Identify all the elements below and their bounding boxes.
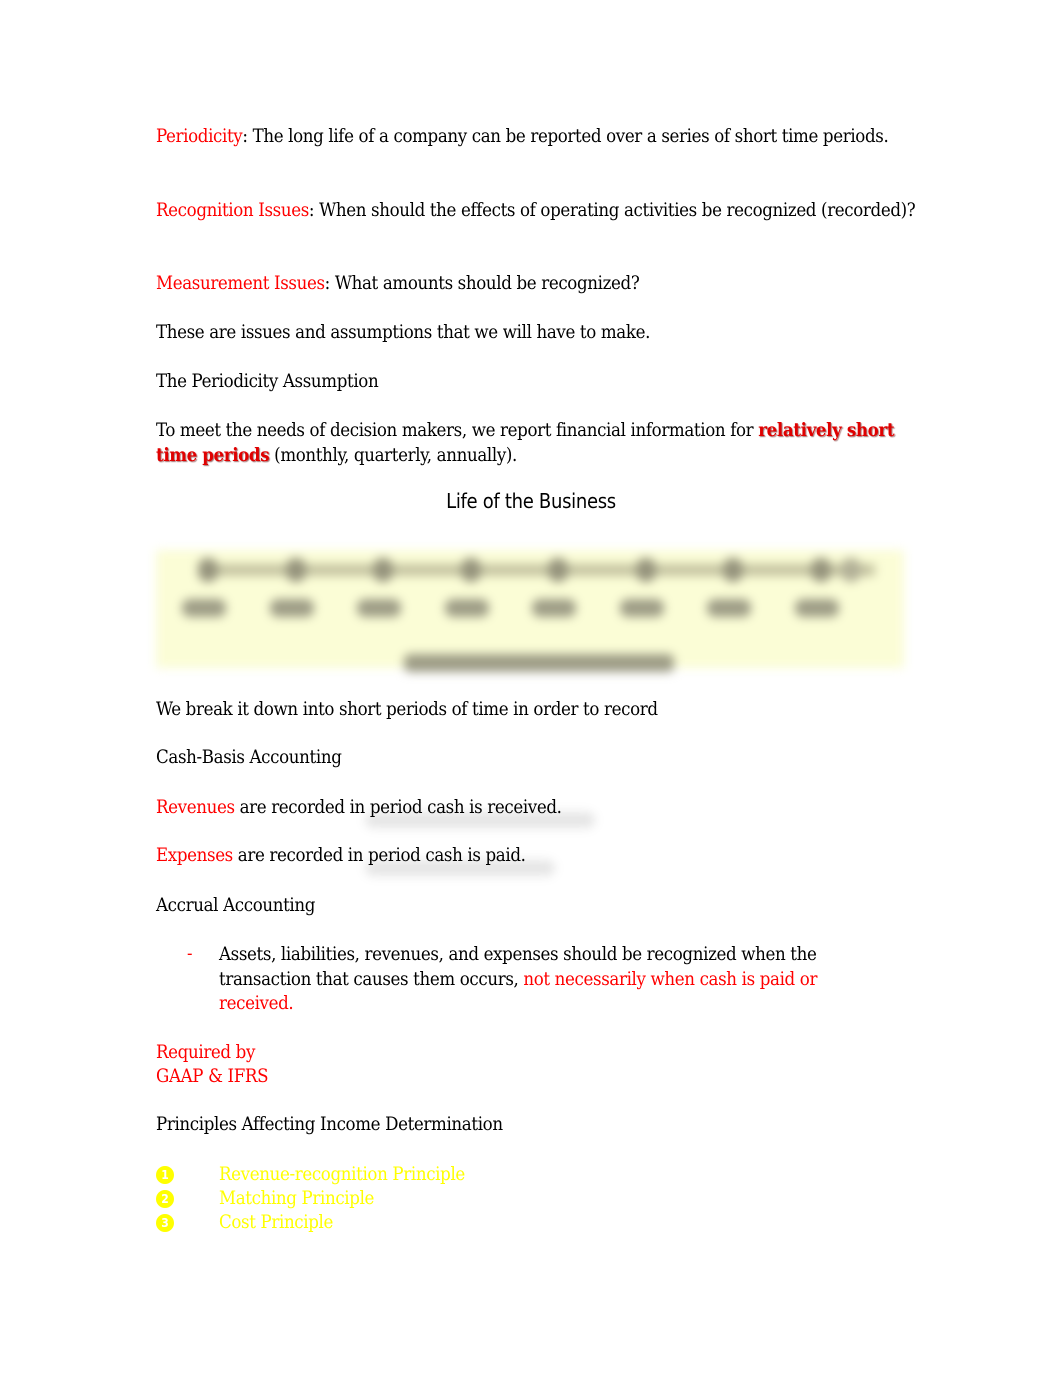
timeline-tick xyxy=(810,558,831,582)
expenses-term: Expenses xyxy=(156,845,233,866)
measurement-definition: : What amounts should be recognized? xyxy=(324,273,640,294)
timeline-tick xyxy=(635,558,656,582)
expenses-rule: are recorded in period cash is paid. xyxy=(232,845,526,866)
number-2-icon: 2 xyxy=(156,1190,174,1208)
timeline-period-label-blurred xyxy=(532,599,576,617)
number-3-icon: 3 xyxy=(156,1214,174,1232)
breakdown-note: We break it down into short periods of t… xyxy=(156,699,658,720)
required-by-standards: GAAP & IFRS xyxy=(156,1066,269,1087)
periodicity-term: Periodicity xyxy=(156,126,243,147)
principle-label: Matching Principle xyxy=(219,1188,375,1209)
cash-basis-heading: Cash-Basis Accounting xyxy=(156,747,342,768)
assumption-text-after: (monthly, quarterly, annually). xyxy=(269,444,517,466)
issues-note: These are issues and assumptions that we… xyxy=(156,322,650,343)
bullet-dash-icon: - xyxy=(187,943,193,964)
timeline-period-label-blurred xyxy=(182,599,226,617)
cash-revenues-paragraph: Revenues are recorded in period cash is … xyxy=(156,796,916,821)
revenues-term: Revenues xyxy=(156,797,235,818)
periodicity-assumption-paragraph: To meet the needs of decision makers, we… xyxy=(156,419,916,468)
timeline-period-label-blurred xyxy=(357,599,401,617)
timeline-period-label-blurred xyxy=(619,599,664,617)
periodicity-paragraph: Periodicity: The long life of a company … xyxy=(156,125,916,150)
timeline-tick xyxy=(373,558,393,582)
timeline-arrow-icon xyxy=(840,558,861,582)
accrual-bullet: Assets, liabilities, revenues, and expen… xyxy=(219,943,879,1017)
recognition-paragraph: Recognition Issues: When should the effe… xyxy=(156,199,916,224)
life-of-business-timeline-figure xyxy=(150,544,910,674)
timeline-period-label-blurred xyxy=(794,599,839,617)
timeline-tick xyxy=(198,558,218,582)
principle-label: Revenue-recognition Principle xyxy=(219,1164,465,1185)
timeline-period-label-blurred xyxy=(269,599,314,617)
timeline-tick xyxy=(548,558,568,582)
principles-heading: Principles Affecting Income Determinatio… xyxy=(156,1114,503,1135)
measurement-term: Measurement Issues xyxy=(156,273,325,294)
periodicity-definition: : The long life of a company can be repo… xyxy=(242,126,889,147)
assumption-text-before: To meet the needs of decision makers, we… xyxy=(156,420,759,441)
recognition-term: Recognition Issues xyxy=(156,200,309,221)
required-by-line: Required by xyxy=(156,1042,256,1063)
timeline-period-label-blurred xyxy=(707,599,751,617)
timeline-caption-blurred xyxy=(404,654,674,672)
accrual-heading: Accrual Accounting xyxy=(156,895,316,916)
timeline-tick xyxy=(460,558,481,582)
timeline-bar xyxy=(205,564,875,576)
figure-title: Life of the Business xyxy=(446,489,616,513)
periodicity-assumption-heading: The Periodicity Assumption xyxy=(156,371,379,392)
number-1-icon: 1 xyxy=(156,1166,174,1184)
cash-expenses-paragraph: Expenses are recorded in period cash is … xyxy=(156,844,916,869)
principle-label: Cost Principle xyxy=(219,1212,334,1233)
timeline-period-label-blurred xyxy=(444,599,489,617)
measurement-paragraph: Measurement Issues: What amounts should … xyxy=(156,272,916,297)
timeline-tick xyxy=(723,558,743,582)
document-page: Periodicity: The long life of a company … xyxy=(0,0,1062,1376)
timeline-tick xyxy=(285,558,306,582)
revenues-rule: are recorded in period cash is received. xyxy=(234,797,562,818)
recognition-definition: : When should the effects of operating a… xyxy=(308,200,916,221)
